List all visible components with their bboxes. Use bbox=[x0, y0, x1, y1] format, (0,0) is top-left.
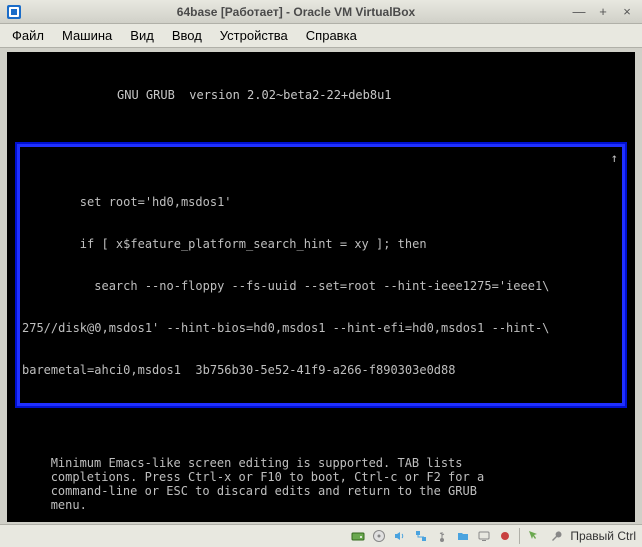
vbox-icon bbox=[6, 4, 22, 20]
shared-folder-icon[interactable] bbox=[455, 528, 471, 544]
statusbar: Правый Ctrl bbox=[0, 524, 642, 547]
mouse-capture-icon[interactable] bbox=[526, 528, 542, 544]
grub-edit-box: ↑ set root='hd0,msdos1' if [ x$feature_p… bbox=[17, 144, 625, 406]
scroll-up-indicator: ↑ bbox=[611, 151, 618, 165]
menu-file[interactable]: Файл bbox=[4, 26, 52, 45]
grub-line: 275//disk@0,msdos1' --hint-bios=hd0,msdo… bbox=[22, 321, 620, 335]
grub-line: search --no-floppy --fs-uuid --set=root … bbox=[22, 279, 620, 293]
close-button[interactable]: × bbox=[618, 4, 636, 20]
grub-line: baremetal=ahci0,msdos1 3b756b30-5e52-41f… bbox=[22, 363, 620, 377]
network-icon[interactable] bbox=[413, 528, 429, 544]
grub-version: GNU GRUB version 2.02~beta2-22+deb8u1 bbox=[17, 88, 625, 102]
optical-icon[interactable] bbox=[371, 528, 387, 544]
vm-display[interactable]: GNU GRUB version 2.02~beta2-22+deb8u1 ↑ … bbox=[7, 52, 635, 522]
menu-machine[interactable]: Машина bbox=[54, 26, 120, 45]
hdd-icon[interactable] bbox=[350, 528, 366, 544]
grub-line: set root='hd0,msdos1' bbox=[22, 195, 620, 209]
grub-line: if [ x$feature_platform_search_hint = xy… bbox=[22, 237, 620, 251]
titlebar: 64base [Работает] - Oracle VM VirtualBox… bbox=[0, 0, 642, 24]
status-icons bbox=[350, 528, 513, 544]
menu-view[interactable]: Вид bbox=[122, 26, 162, 45]
menubar: Файл Машина Вид Ввод Устройства Справка bbox=[0, 24, 642, 48]
menu-devices[interactable]: Устройства bbox=[212, 26, 296, 45]
host-key-label: Правый Ctrl bbox=[570, 529, 636, 543]
menu-input[interactable]: Ввод bbox=[164, 26, 210, 45]
key-icon[interactable] bbox=[548, 528, 564, 544]
status-separator bbox=[519, 528, 520, 544]
record-icon[interactable] bbox=[497, 528, 513, 544]
usb-icon[interactable] bbox=[434, 528, 450, 544]
display-icon[interactable] bbox=[476, 528, 492, 544]
menu-help[interactable]: Справка bbox=[298, 26, 365, 45]
grub-line: else bbox=[22, 405, 620, 406]
minimize-button[interactable]: — bbox=[570, 4, 588, 20]
grub-help-text: Minimum Emacs-like screen editing is sup… bbox=[17, 456, 625, 512]
window-title: 64base [Работает] - Oracle VM VirtualBox bbox=[28, 5, 564, 19]
maximize-button[interactable]: + bbox=[594, 4, 612, 20]
audio-icon[interactable] bbox=[392, 528, 408, 544]
